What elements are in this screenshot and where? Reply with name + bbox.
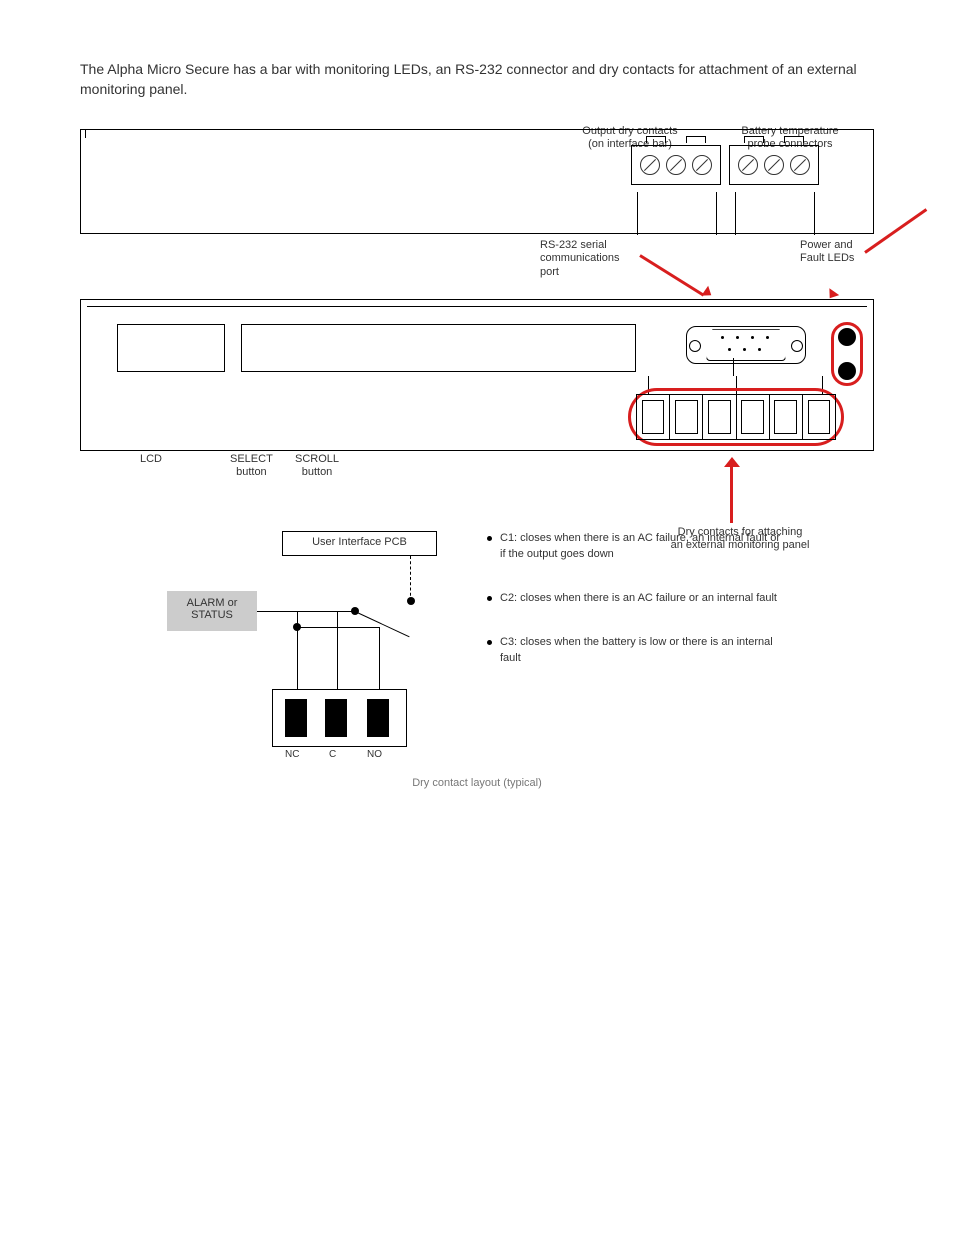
- c-label: C: [329, 749, 336, 760]
- dry-contacts-description-list: C1: closes when there is an AC failure, …: [487, 531, 787, 695]
- front-panel-diagram: [80, 299, 874, 451]
- screw-icon: [666, 155, 686, 175]
- screw-icon: [738, 155, 758, 175]
- dry-contacts-terminals: [636, 394, 836, 440]
- serial-port-callout: RS-232 serial communications port: [540, 239, 619, 279]
- figure-caption: Dry contact layout (typical): [80, 777, 874, 789]
- user-interface-pcb-box: User Interface PCB: [282, 531, 437, 556]
- lcd-display: [117, 324, 225, 372]
- alarm-status-box: ALARM or STATUS: [167, 591, 257, 631]
- leds-callout: Power and Fault LEDs: [800, 239, 854, 265]
- lcd-label: LCD: [140, 453, 162, 466]
- nc-label: NC: [285, 749, 299, 760]
- terminal-block-1: [631, 145, 721, 185]
- screw-icon: [640, 155, 660, 175]
- select-button-label: SELECT button: [230, 453, 273, 479]
- screw-icon: [692, 155, 712, 175]
- bullet-c3: C3: closes when the battery is low or th…: [500, 635, 787, 667]
- center-panel-area: [241, 324, 636, 372]
- power-fault-leds: [831, 322, 863, 386]
- screw-icon: [790, 155, 810, 175]
- scroll-button-label: SCROLL button: [295, 453, 339, 479]
- terminal-block-2: [729, 145, 819, 185]
- dry-contacts-callout: Dry contacts for attaching an external m…: [640, 526, 840, 552]
- dry-contact-section: User Interface PCB ALARM or STATUS NC C …: [80, 531, 874, 761]
- dry-contact-schematic: User Interface PCB ALARM or STATUS NC C …: [167, 531, 457, 761]
- intro-text: The Alpha Micro Secure has a bar with mo…: [80, 60, 874, 99]
- bullet-c2: C2: closes when there is an AC failure o…: [500, 591, 777, 607]
- rs232-port: [676, 320, 816, 370]
- rear-panel-diagram: [80, 129, 874, 234]
- no-label: NO: [367, 749, 382, 760]
- screw-icon: [764, 155, 784, 175]
